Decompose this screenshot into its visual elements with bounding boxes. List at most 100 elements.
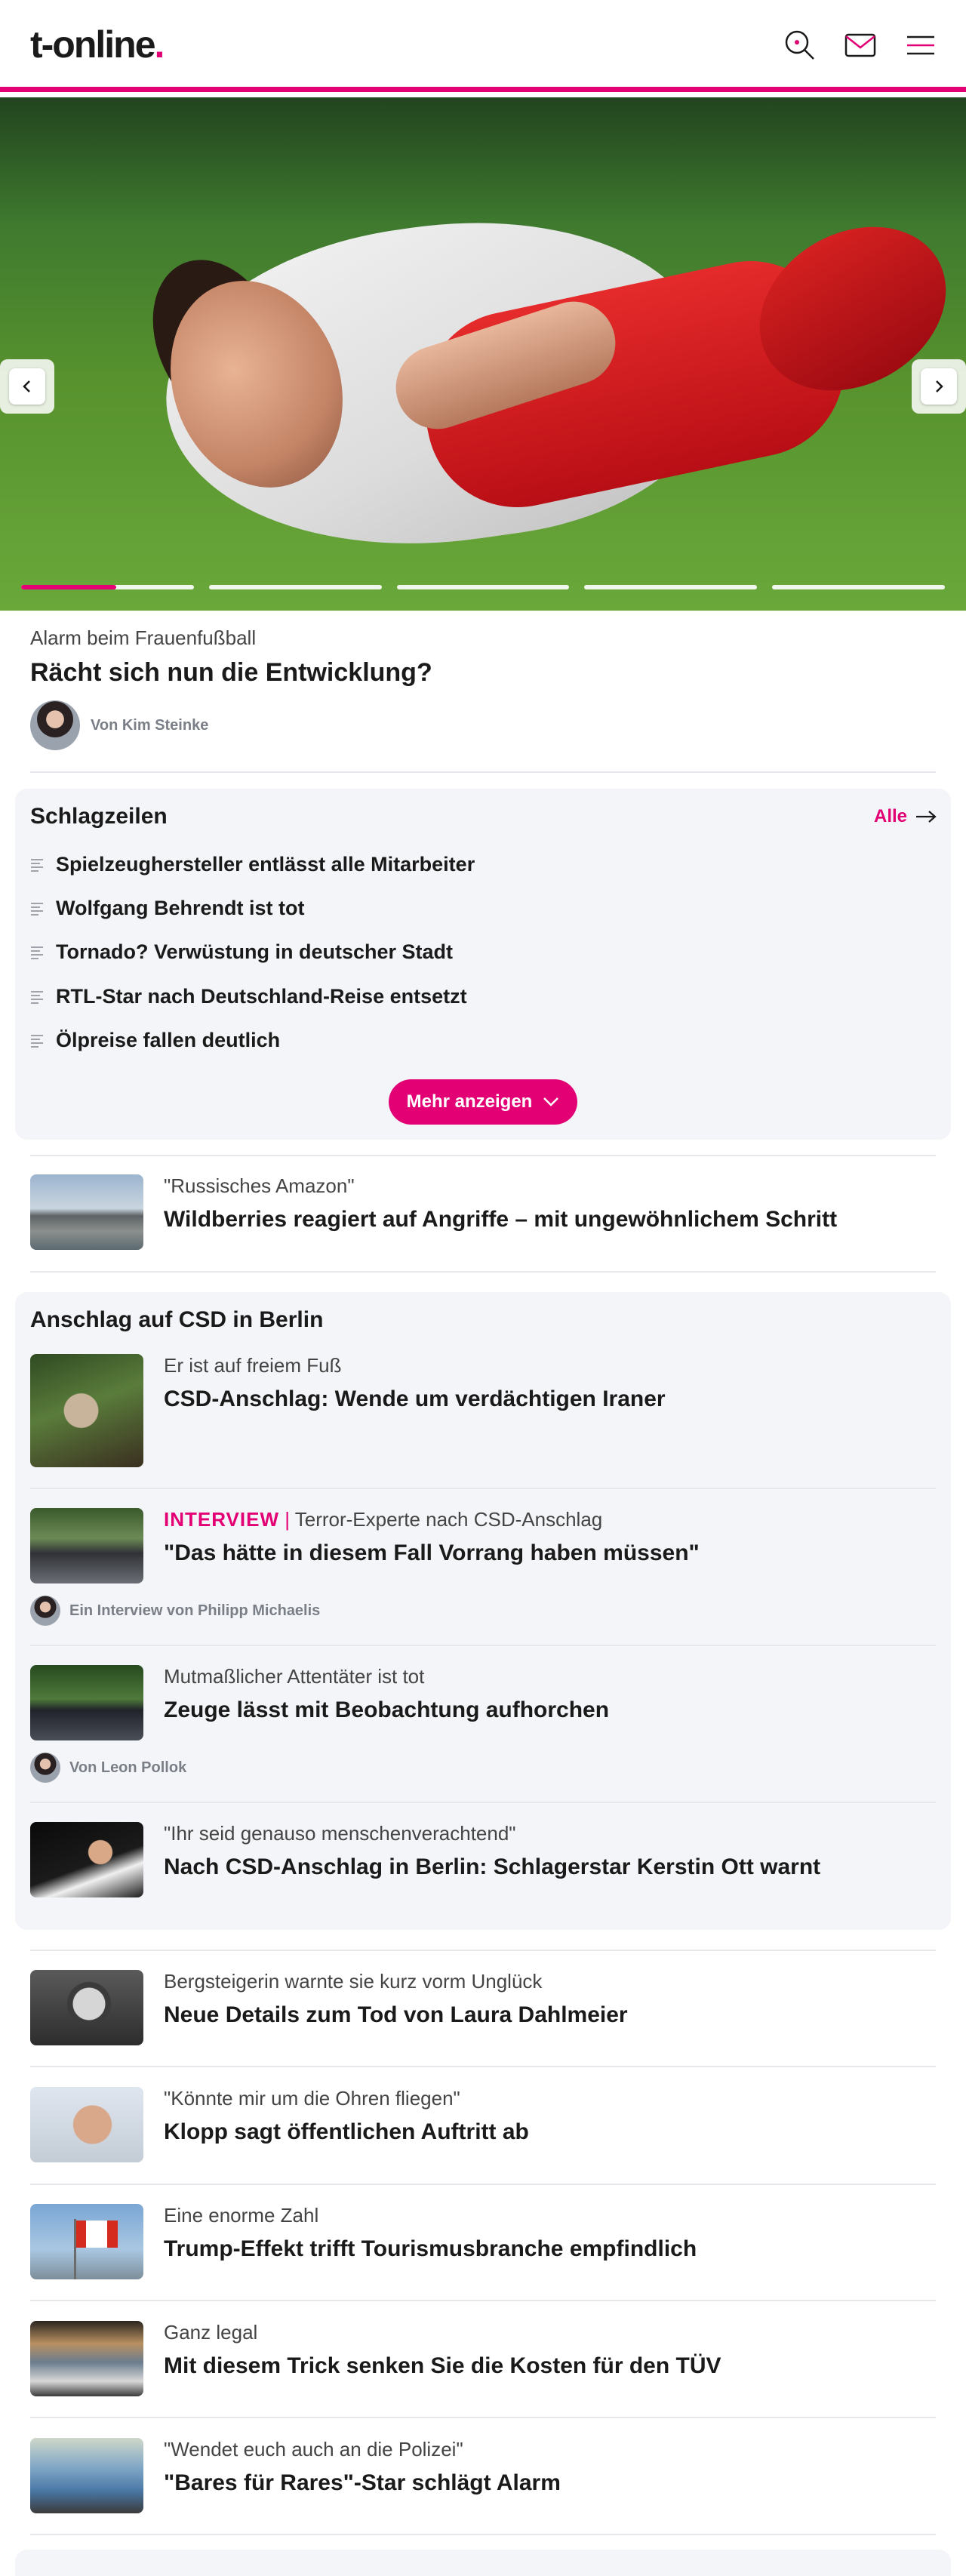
slider-progress-segment[interactable] — [396, 585, 570, 589]
article-lines-icon — [31, 946, 43, 959]
kicker-separator: | — [285, 1508, 290, 1531]
teaser-headline[interactable]: Neue Details zum Tod von Laura Dahlmeier — [164, 2001, 934, 2030]
canada-flag-icon — [75, 2221, 118, 2248]
teaser-author-row: Ein Interview von Philipp Michaelis — [30, 1596, 320, 1626]
teaser-thumbnail[interactable] — [30, 1508, 143, 1583]
teaser-author-row: Von Leon Pollok — [30, 1753, 186, 1783]
teaser-kicker: "Russisches Amazon" — [164, 1174, 355, 1197]
article-lines-icon — [31, 902, 43, 916]
headline-item[interactable]: Wolfgang Behrendt ist tot — [30, 897, 304, 920]
author-avatar — [30, 1596, 60, 1626]
teaser-kicker: "Könnte mir um die Ohren fliegen" — [164, 2087, 460, 2110]
csd-teaser-4[interactable]: "Ihr seid genauso menschenverachtend" Na… — [30, 1822, 936, 1897]
schlagzeilen-title: Schlagzeilen — [30, 804, 168, 829]
slider-next-button[interactable] — [912, 359, 966, 414]
teaser-kicker: INTERVIEW | Terror-Experte nach CSD-Ansc… — [164, 1508, 934, 1531]
menu-icon[interactable] — [903, 27, 939, 63]
teaser-thumbnail[interactable] — [30, 2321, 143, 2396]
teaser-thumbnail[interactable] — [30, 1665, 143, 1740]
chevron-down-icon — [543, 1097, 559, 1106]
hero-author: Von Kim Steinke — [91, 716, 209, 734]
slider-progress-segment[interactable] — [772, 585, 945, 589]
slider-prev-button[interactable] — [0, 359, 54, 414]
teaser-trump-tourismus[interactable]: Eine enorme Zahl Trump-Effekt trifft Tou… — [30, 2204, 936, 2279]
teaser-thumbnail[interactable] — [30, 1174, 143, 1250]
divider — [30, 1488, 936, 1489]
logo-dot: . — [154, 23, 165, 66]
csd-topic-box: Anschlag auf CSD in Berlin Er ist auf fr… — [15, 1292, 951, 1930]
headline-item[interactable]: RTL-Star nach Deutschland-Reise entsetzt — [30, 985, 467, 1008]
teaser-kicker: "Wendet euch auch an die Polizei" — [164, 2438, 463, 2461]
mehr-anzeigen-button[interactable]: Mehr anzeigen — [389, 1079, 577, 1125]
teaser-thumbnail[interactable] — [30, 2087, 143, 2162]
teaser-bares-fuer-rares[interactable]: "Wendet euch auch an die Polizei" "Bares… — [30, 2438, 936, 2513]
site-header: t-online. — [0, 0, 966, 92]
interview-label: INTERVIEW — [164, 1508, 279, 1531]
headline-item-label: RTL-Star nach Deutschland-Reise entsetzt — [56, 985, 467, 1008]
divider — [30, 1802, 936, 1803]
csd-box-title: Anschlag auf CSD in Berlin — [30, 1307, 324, 1332]
divider — [30, 2184, 936, 2185]
teaser-thumbnail[interactable] — [30, 1970, 143, 2045]
divider — [30, 1271, 936, 1273]
teaser-thumbnail[interactable] — [30, 2438, 143, 2513]
teaser-thumbnail[interactable] — [30, 2204, 143, 2279]
hero-article-card[interactable]: Alarm beim Frauenfußball Rächt sich nun … — [15, 613, 951, 762]
teaser-headline[interactable]: Wildberries reagiert auf Angriffe – mit … — [164, 1205, 934, 1234]
teaser-thumbnail[interactable] — [30, 1354, 143, 1467]
csd-teaser-2[interactable]: INTERVIEW | Terror-Experte nach CSD-Ansc… — [30, 1508, 936, 1629]
article-lines-icon — [31, 990, 43, 1004]
headline-item[interactable]: Spielzeughersteller entlässt alle Mitarb… — [30, 853, 475, 876]
teaser-headline[interactable]: "Das hätte in diesem Fall Vorrang haben … — [164, 1539, 934, 1568]
csd-teaser-3[interactable]: Mutmaßlicher Attentäter ist tot Zeuge lä… — [30, 1665, 936, 1786]
teaser-headline[interactable]: Zeuge lässt mit Beobachtung aufhorchen — [164, 1696, 934, 1725]
hero-headline[interactable]: Rächt sich nun die Entwicklung? — [30, 658, 432, 688]
divider — [30, 2300, 936, 2301]
alle-label: Alle — [873, 806, 907, 826]
search-icon[interactable] — [782, 27, 818, 63]
headline-item-label: Ölpreise fallen deutlich — [56, 1029, 281, 1051]
hero-kicker: Alarm beim Frauenfußball — [30, 626, 257, 649]
headline-item[interactable]: Ölpreise fallen deutlich — [30, 1029, 280, 1052]
headline-item-label: Spielzeughersteller entlässt alle Mitarb… — [56, 853, 475, 876]
slider-progress-segment[interactable] — [208, 585, 382, 589]
csd-teaser-1[interactable]: Er ist auf freiem Fuß CSD-Anschlag: Wend… — [30, 1354, 936, 1467]
teaser-headline[interactable]: Klopp sagt öffentlichen Auftritt ab — [164, 2118, 934, 2147]
teaser-headline[interactable]: "Bares für Rares"-Star schlägt Alarm — [164, 2469, 934, 2498]
article-lines-icon — [31, 858, 43, 872]
teaser-tuev[interactable]: Ganz legal Mit diesem Trick senken Sie d… — [30, 2321, 936, 2396]
slider-progress-segment[interactable] — [584, 585, 758, 589]
teaser-wildberries[interactable]: "Russisches Amazon" Wildberries reagiert… — [30, 1174, 936, 1250]
t-online-logo[interactable]: t-online. — [30, 23, 165, 66]
arrow-right-icon — [916, 811, 937, 823]
teaser-thumbnail[interactable] — [30, 1822, 143, 1897]
headline-item[interactable]: Tornado? Verwüstung in deutscher Stadt — [30, 940, 453, 964]
teaser-headline[interactable]: Nach CSD-Anschlag in Berlin: Schlagersta… — [164, 1853, 934, 1882]
logo-text: t-online — [30, 23, 156, 66]
author-avatar — [30, 700, 80, 750]
slider-progress-segment[interactable] — [21, 585, 194, 589]
teaser-dahlmeier[interactable]: Bergsteigerin warnte sie kurz vorm Unglü… — [30, 1970, 936, 2045]
hero-slider[interactable] — [0, 97, 966, 611]
teaser-headline[interactable]: Mit diesem Trick senken Sie die Kosten f… — [164, 2352, 934, 2381]
hero-author-row: Von Kim Steinke — [30, 700, 208, 750]
teaser-kicker: Eine enorme Zahl — [164, 2204, 319, 2227]
flagpole — [74, 2219, 76, 2279]
teaser-kicker: Ganz legal — [164, 2321, 258, 2344]
mail-icon[interactable] — [842, 27, 878, 63]
divider — [30, 2534, 936, 2535]
divider — [30, 1645, 936, 1646]
teaser-kicker: Er ist auf freiem Fuß — [164, 1354, 342, 1377]
teaser-klopp[interactable]: "Könnte mir um die Ohren fliegen" Klopp … — [30, 2087, 936, 2162]
article-lines-icon — [31, 1034, 43, 1048]
alle-link[interactable]: Alle — [874, 806, 937, 827]
slider-progress-fill — [21, 585, 116, 589]
chevron-right-icon — [921, 368, 957, 405]
teaser-headline[interactable]: CSD-Anschlag: Wende um verdächtigen Iran… — [164, 1385, 934, 1414]
headline-item-label: Tornado? Verwüstung in deutscher Stadt — [56, 940, 454, 963]
teaser-kicker-text: Terror-Experte nach CSD-Anschlag — [294, 1508, 603, 1531]
headline-item-label: Wolfgang Behrendt ist tot — [56, 897, 305, 919]
teaser-headline[interactable]: Trump-Effekt trifft Tourismusbranche emp… — [164, 2235, 934, 2264]
slider-progress — [21, 585, 945, 589]
divider — [30, 2066, 936, 2067]
